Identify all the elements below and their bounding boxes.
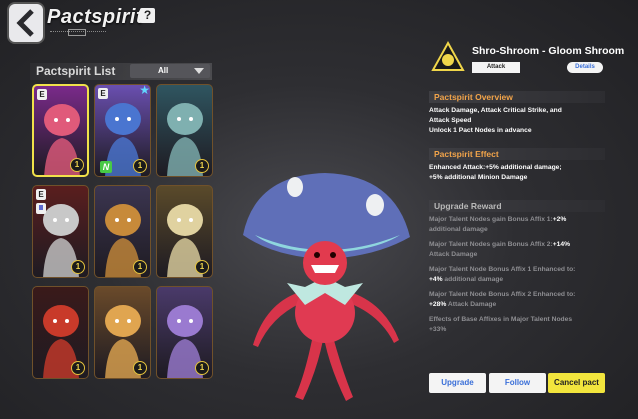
level-badge: 1	[70, 158, 84, 172]
upgrade-button[interactable]: Upgrade	[429, 373, 486, 393]
pactspirit-list-title: Pactspirit List	[36, 64, 116, 78]
reward-section-header: Upgrade Reward	[429, 200, 605, 212]
level-badge: 1	[133, 361, 147, 375]
pactspirit-card[interactable]: 1	[94, 185, 151, 278]
overview-line: Attack Speed	[429, 117, 472, 124]
character-illustration	[243, 173, 410, 401]
chevron-down-icon	[194, 68, 204, 74]
effect-text: Enhanced Attack:+5% additional damage; +…	[429, 163, 614, 183]
reward-title: Upgrade Reward	[434, 201, 502, 211]
pactspirit-card[interactable]: 1	[156, 185, 213, 278]
details-button[interactable]: Details	[567, 62, 603, 73]
level-badge: 1	[71, 361, 85, 375]
back-button[interactable]	[9, 4, 43, 42]
reward-line: Major Talent Node Bonus Affix 1 Enhanced…	[429, 266, 576, 273]
tag-e-badge: E	[98, 88, 108, 99]
flag-icon	[36, 203, 46, 214]
filter-dropdown[interactable]: All	[130, 64, 210, 78]
pactspirit-list-header: Pactspirit List All	[30, 63, 212, 80]
reward-line: +4% additional damage	[429, 276, 504, 283]
reward-line: Major Talent Nodes gain Bonus Affix 1:+2…	[429, 216, 567, 223]
level-badge: 1	[195, 260, 209, 274]
tag-e-badge: E	[37, 89, 47, 100]
reward-line: Attack Damage	[429, 251, 478, 258]
pactspirit-card[interactable]: E N ★ 1	[94, 84, 151, 177]
pactspirit-card[interactable]: E1	[32, 84, 89, 177]
overview-text: Attack Damage, Attack Critical Strike, a…	[429, 106, 614, 136]
help-button[interactable]: ?	[140, 8, 155, 23]
level-badge: 1	[71, 260, 85, 274]
tag-e-badge: E	[36, 189, 46, 200]
title-decoration	[50, 29, 106, 36]
reward-text: Major Talent Nodes gain Bonus Affix 1:+2…	[429, 215, 614, 335]
level-badge: 1	[195, 159, 209, 173]
page-title: Pactspirit	[47, 6, 144, 28]
pactspirit-card[interactable]: E1	[32, 185, 89, 278]
new-badge: N	[100, 161, 112, 173]
level-badge: 1	[195, 361, 209, 375]
overview-line: Unlock 1 Pact Nodes in advance	[429, 127, 532, 134]
effect-section-header: Pactspirit Effect	[429, 148, 605, 160]
reward-line: Major Talent Nodes gain Bonus Affix 2:+1…	[429, 241, 571, 248]
reward-line: additional damage	[429, 226, 488, 233]
reward-line: +33%	[429, 326, 447, 333]
back-arrow-icon	[16, 9, 34, 37]
pactspirit-card[interactable]: 1	[32, 286, 89, 379]
overview-title: Pactspirit Overview	[434, 92, 513, 102]
pactspirit-type-badge: Attack	[472, 62, 520, 73]
cancel-pact-button[interactable]: Cancel pact	[548, 373, 605, 393]
pactspirit-card[interactable]: 1	[156, 286, 213, 379]
effect-line: +5% additional Minion Damage	[429, 174, 528, 181]
follow-button[interactable]: Follow	[489, 373, 546, 393]
effect-title: Pactspirit Effect	[434, 149, 499, 159]
star-icon: ★	[139, 84, 150, 97]
pactspirit-name: Shro-Shroom - Gloom Shroom	[472, 45, 625, 57]
filter-value: All	[158, 66, 169, 75]
pactspirit-card[interactable]: 1	[156, 84, 213, 177]
pactspirit-type-icon	[431, 40, 465, 71]
level-badge: 1	[133, 260, 147, 274]
pactspirit-card[interactable]: 1	[94, 286, 151, 379]
overview-section-header: Pactspirit Overview	[429, 91, 605, 103]
reward-line: +28% Attack Damage	[429, 301, 497, 308]
overview-line: Attack Damage, Attack Critical Strike, a…	[429, 107, 562, 114]
reward-line: Effects of Base Affixes in Major Talent …	[429, 316, 573, 323]
reward-line: Major Talent Node Bonus Affix 2 Enhanced…	[429, 291, 576, 298]
level-badge: 1	[133, 159, 147, 173]
effect-line: Enhanced Attack:+5% additional damage;	[429, 164, 562, 171]
